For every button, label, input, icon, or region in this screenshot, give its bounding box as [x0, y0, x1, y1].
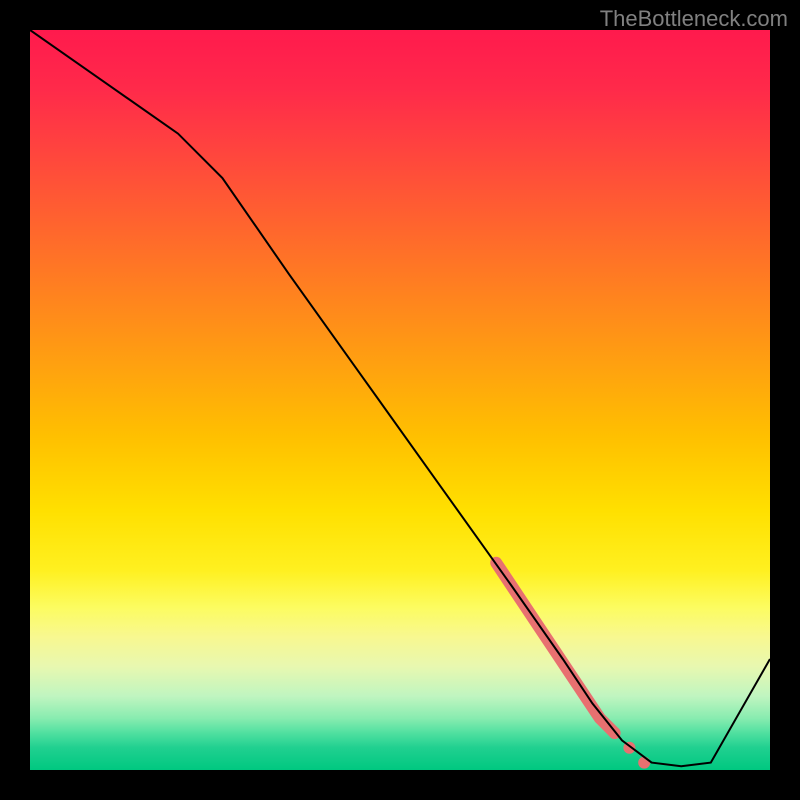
- chart-container: TheBottleneck.com: [0, 0, 800, 800]
- bottleneck-curve: [30, 30, 770, 766]
- plot-area: [30, 30, 770, 770]
- highlight-segment: [496, 563, 650, 769]
- watermark-text: TheBottleneck.com: [600, 6, 788, 32]
- chart-svg: [30, 30, 770, 770]
